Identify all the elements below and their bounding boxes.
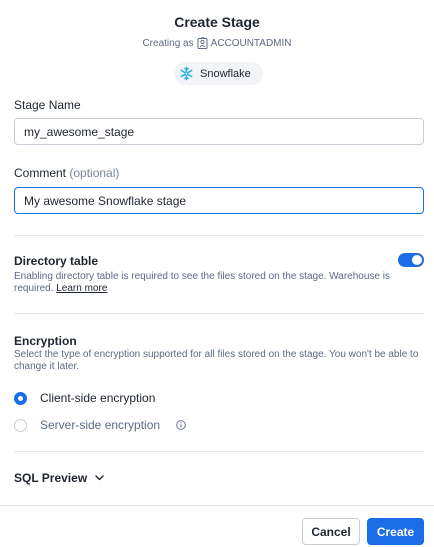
directory-table-description: Enabling directory table is required to … <box>14 271 419 295</box>
divider <box>14 313 424 314</box>
directory-table-title: Directory table <box>14 254 99 268</box>
cancel-button[interactable]: Cancel <box>302 518 360 545</box>
radio-label: Server-side encryption <box>40 418 161 432</box>
comment-label: Comment (optional) <box>14 166 119 180</box>
sql-preview-label: SQL Preview <box>14 471 88 485</box>
divider <box>14 235 424 236</box>
create-button[interactable]: Create <box>367 518 424 545</box>
provider-name: Snowflake <box>200 67 251 80</box>
radio-client-side-encryption[interactable]: Client-side encryption <box>14 391 155 405</box>
creating-as-line: Creating as ACCOUNTADMIN <box>0 37 434 49</box>
role-person-icon <box>197 37 208 49</box>
creating-as-prefix: Creating as <box>142 37 194 49</box>
radio-label: Client-side encryption <box>40 391 156 405</box>
encryption-description: Select the type of encryption supported … <box>14 349 419 372</box>
create-stage-dialog: Create Stage Creating as ACCOUNTADMIN Sn… <box>0 0 434 547</box>
dialog-title: Create Stage <box>174 14 260 30</box>
comment-label-text: Comment <box>14 166 67 180</box>
snowflake-icon <box>180 66 193 81</box>
provider-badge: Snowflake <box>174 62 263 85</box>
toggle-knob <box>412 255 422 265</box>
radio-server-side-encryption[interactable]: Server-side encryption <box>14 418 186 432</box>
chevron-down-icon <box>95 475 104 481</box>
directory-table-toggle[interactable] <box>398 253 424 267</box>
comment-input[interactable] <box>14 187 424 214</box>
comment-optional-hint: (optional) <box>69 166 120 180</box>
stage-name-label: Stage Name <box>14 98 81 112</box>
info-icon[interactable] <box>176 420 186 430</box>
stage-name-input[interactable] <box>14 118 424 145</box>
divider <box>14 451 424 452</box>
radio-button-checked[interactable] <box>14 391 27 405</box>
radio-button-unchecked[interactable] <box>14 418 27 432</box>
role-name: ACCOUNTADMIN <box>210 37 292 49</box>
sql-preview-toggle[interactable]: SQL Preview <box>14 471 104 485</box>
learn-more-link[interactable]: Learn more <box>56 283 107 294</box>
encryption-title: Encryption <box>14 334 77 348</box>
footer-divider <box>0 505 434 506</box>
